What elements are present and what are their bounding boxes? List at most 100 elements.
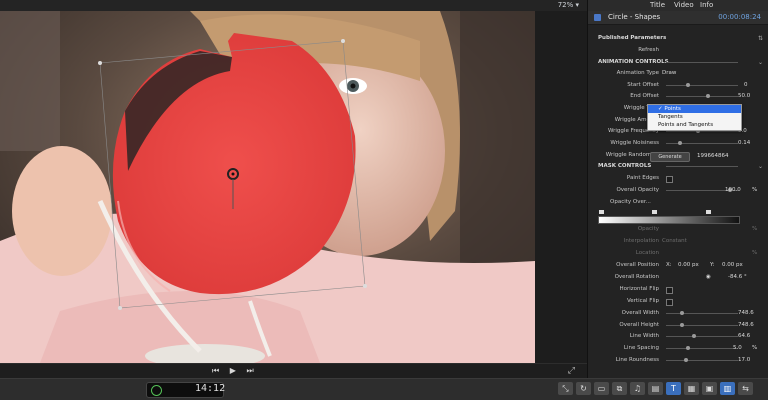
wriggle-noisiness-label: Wriggle Noisiness: [610, 140, 659, 146]
dropdown-option-points-and-tangents[interactable]: Points and Tangents: [648, 121, 741, 129]
animation-controls-slider[interactable]: [666, 62, 738, 63]
line-width-value[interactable]: 64.6: [738, 331, 750, 342]
overall-opacity-row[interactable]: Overall Opacity 100.0 %: [588, 185, 768, 196]
undo-icon[interactable]: ↻: [576, 382, 591, 395]
animation-type-row[interactable]: Animation Type Draw: [588, 68, 768, 79]
overall-height-label: Overall Height: [619, 322, 659, 328]
gradient-stop-right[interactable]: [706, 210, 711, 214]
title-clip-icon: [594, 14, 601, 21]
rotation-dial-icon[interactable]: ◉: [706, 272, 711, 283]
paint-edges-checkbox[interactable]: [666, 176, 673, 183]
overall-width-slider[interactable]: [666, 311, 738, 315]
animation-controls-toggle-icon[interactable]: ⌄: [758, 57, 763, 68]
mask-controls-slider[interactable]: [666, 166, 738, 167]
line-width-slider[interactable]: [666, 334, 738, 338]
overall-position-row[interactable]: Overall Position X: 0.00 px Y: 0.00 px: [588, 260, 768, 271]
opacity-over-label: Opacity Over...: [610, 199, 651, 205]
tab-video[interactable]: Video: [674, 1, 694, 9]
wriggle-noisiness-slider[interactable]: [666, 141, 738, 145]
horizontal-flip-row[interactable]: Horizontal Flip: [588, 284, 768, 295]
line-width-row[interactable]: Line Width 64.6: [588, 331, 768, 342]
inspector-toggle-icon[interactable]: ▥: [720, 382, 735, 395]
dropdown-option-points[interactable]: ✓ Points: [648, 105, 741, 113]
camera-icon[interactable]: ▭: [594, 382, 609, 395]
play-button[interactable]: ▶: [230, 366, 236, 375]
position-x-value[interactable]: 0.00 px: [678, 260, 699, 271]
animation-type-value[interactable]: Draw: [662, 68, 676, 79]
overall-height-slider[interactable]: [666, 323, 738, 327]
music-icon[interactable]: ♫: [630, 382, 645, 395]
timecode-display[interactable]: 14:12: [146, 382, 225, 398]
paint-edges-row[interactable]: Paint Edges: [588, 173, 768, 184]
wriggle-type-dropdown[interactable]: ✓ Points Tangents Points and Tangents: [647, 104, 742, 131]
randomize-seed-value[interactable]: 199664864: [697, 152, 729, 160]
viewer[interactable]: [0, 11, 535, 363]
published-parameters-row[interactable]: Published Parameters ⇅: [588, 33, 768, 44]
wriggle-frequency-slider[interactable]: [666, 129, 738, 133]
gradient-stop-left[interactable]: [599, 210, 604, 214]
opacity-over-row[interactable]: Opacity Over...: [588, 197, 768, 208]
next-frame-button[interactable]: ⏭: [246, 366, 253, 375]
wriggle-noisiness-value[interactable]: 0.14: [738, 138, 750, 149]
select-tool-icon[interactable]: ⤡: [558, 382, 573, 395]
vertical-flip-row[interactable]: Vertical Flip: [588, 296, 768, 307]
line-roundness-slider[interactable]: [666, 358, 738, 362]
tab-info[interactable]: Info: [700, 1, 713, 9]
start-offset-value[interactable]: 0: [744, 80, 748, 91]
line-roundness-value[interactable]: 17.0: [738, 355, 750, 366]
wriggle-noisiness-row[interactable]: Wriggle Noisiness 0.14: [588, 138, 768, 149]
line-spacing-value[interactable]: 5.0: [733, 343, 742, 354]
overall-width-value[interactable]: 748.6: [738, 308, 754, 319]
overall-height-value[interactable]: 748.6: [738, 320, 754, 331]
animation-controls-row: ANIMATION CONTROLS ⌄: [588, 57, 768, 68]
themes-icon[interactable]: ▣: [702, 382, 717, 395]
toolbar-icons: ⤡ ↻ ▭ ⧉ ♫ ▤ T ▦ ▣ ▥ ⇆: [558, 382, 753, 395]
horizontal-flip-label: Horizontal Flip: [619, 286, 659, 292]
line-spacing-slider[interactable]: [666, 346, 738, 350]
horizontal-flip-checkbox[interactable]: [666, 287, 673, 294]
browser-icon[interactable]: ▤: [648, 382, 663, 395]
start-offset-slider[interactable]: [666, 83, 738, 87]
mask-controls-toggle-icon[interactable]: ⌄: [758, 161, 763, 172]
overall-width-row[interactable]: Overall Width 748.6: [588, 308, 768, 319]
titles-icon[interactable]: T: [666, 382, 681, 395]
line-spacing-row[interactable]: Line Spacing 5.0 %: [588, 343, 768, 354]
share-icon[interactable]: ⇆: [738, 382, 753, 395]
line-spacing-label: Line Spacing: [623, 345, 659, 351]
location-unit: %: [752, 250, 758, 256]
viewer-top-bar: 72% ▾: [0, 0, 587, 11]
show-hide-icon[interactable]: ⇅: [758, 33, 763, 44]
position-y-value[interactable]: 0.00 px: [722, 260, 743, 271]
line-width-label: Line Width: [629, 333, 659, 339]
previous-frame-button[interactable]: ⏮: [212, 366, 219, 375]
fullscreen-icon[interactable]: ⤢: [568, 366, 575, 376]
gradient-stop-mid[interactable]: [652, 210, 657, 214]
end-offset-value[interactable]: 50.0: [738, 91, 750, 102]
clip-title: Circle - Shapes: [608, 13, 661, 21]
start-offset-row[interactable]: Start Offset 0: [588, 80, 768, 91]
overall-position-label: Overall Position: [616, 262, 659, 268]
end-offset-slider[interactable]: [666, 94, 738, 98]
opacity-row: Opacity %: [588, 224, 768, 235]
dropdown-option-tangents[interactable]: Tangents: [648, 113, 741, 121]
vertical-flip-label: Vertical Flip: [626, 298, 659, 304]
line-roundness-row[interactable]: Line Roundness 17.0: [588, 355, 768, 366]
end-offset-row[interactable]: End Offset 50.0: [588, 91, 768, 102]
overall-height-row[interactable]: Overall Height 748.6: [588, 320, 768, 331]
opacity-gradient-bar[interactable]: [598, 216, 740, 224]
tab-title[interactable]: Title: [650, 1, 665, 9]
photos-icon[interactable]: ⧉: [612, 382, 627, 395]
vertical-flip-checkbox[interactable]: [666, 299, 673, 306]
overall-opacity-value[interactable]: 100.0: [725, 185, 741, 196]
red-circle-shape[interactable]: [0, 11, 535, 363]
overall-opacity-label: Overall Opacity: [616, 187, 659, 193]
overall-rotation-value[interactable]: -84.6 °: [728, 272, 747, 283]
overall-rotation-row[interactable]: Overall Rotation ◉ -84.6 °: [588, 272, 768, 283]
refresh-row[interactable]: Refresh: [588, 45, 768, 56]
viewer-side-panel: [535, 11, 587, 363]
start-offset-label: Start Offset: [627, 82, 659, 88]
zoom-menu[interactable]: 72% ▾: [558, 0, 579, 11]
generate-button[interactable]: Generate: [650, 152, 690, 162]
generators-icon[interactable]: ▦: [684, 382, 699, 395]
published-parameters-label: Published Parameters: [598, 35, 667, 41]
